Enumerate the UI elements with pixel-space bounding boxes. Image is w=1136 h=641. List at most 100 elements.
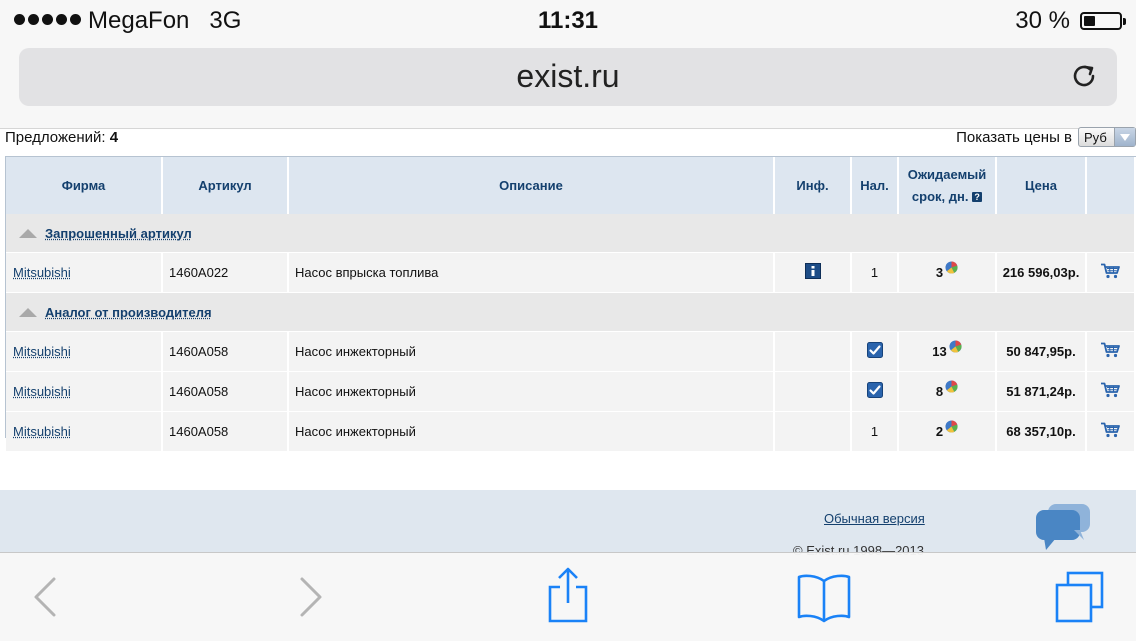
group-title[interactable]: Запрошенный артикул: [45, 226, 192, 241]
address-bar-area: exist.ru: [0, 42, 1136, 129]
share-icon[interactable]: [546, 567, 590, 627]
info-cell: [774, 332, 851, 372]
pie-chart-icon[interactable]: [945, 261, 958, 277]
firm-cell: Mitsubishi: [6, 372, 162, 412]
group-row: Запрошенный артикул: [6, 214, 1135, 253]
column-header-description[interactable]: Описание: [288, 157, 774, 214]
article-cell: 1460A058: [162, 372, 288, 412]
term-days: 3: [936, 265, 943, 280]
group-title[interactable]: Аналог от производителя: [45, 305, 212, 320]
cart-icon[interactable]: [1101, 382, 1121, 401]
column-header-info: Инф.: [774, 157, 851, 214]
column-header-term[interactable]: Ожидаемый срок, дн. ?: [898, 157, 996, 214]
column-header-article[interactable]: Артикул: [162, 157, 288, 214]
price-currency-label: Показать цены в: [956, 129, 1072, 146]
collapse-triangle-icon[interactable]: [19, 308, 37, 317]
stock-quantity: 1: [871, 265, 878, 280]
clock: 11:31: [0, 7, 1136, 35]
address-bar[interactable]: exist.ru: [19, 48, 1117, 106]
group-cell: Запрошенный артикул: [6, 214, 1135, 253]
offers-label: Предложений:: [5, 129, 106, 146]
firm-link[interactable]: Mitsubishi: [7, 384, 71, 399]
group-toggle[interactable]: Запрошенный артикул: [7, 226, 1133, 241]
offers-table: Фирма Артикул Описание Инф. Нал. Ожидаем…: [5, 156, 1136, 438]
group-cell: Аналог от производителя: [6, 293, 1135, 332]
cart-icon[interactable]: [1101, 422, 1121, 441]
chat-icon[interactable]: [1034, 504, 1092, 550]
firm-link[interactable]: Mitsubishi: [7, 265, 71, 280]
battery-percent: 30 %: [1015, 7, 1070, 35]
price-cell: 216 596,03р.: [996, 253, 1086, 293]
status-bar: MegaFon 3G 11:31 30 %: [0, 0, 1136, 42]
url-text[interactable]: exist.ru: [19, 58, 1117, 95]
pie-chart-icon[interactable]: [949, 340, 962, 356]
firm-cell: Mitsubishi: [6, 332, 162, 372]
browser-toolbar: [0, 552, 1136, 641]
article-cell: 1460A058: [162, 332, 288, 372]
group-toggle[interactable]: Аналог от производителя: [7, 305, 1133, 320]
stock-cell: 1: [851, 412, 898, 452]
cart-cell: [1086, 253, 1135, 293]
term-cell: 8: [898, 372, 996, 412]
regular-version-link[interactable]: Обычная версия: [824, 511, 925, 526]
term-wrap: 3: [900, 265, 994, 280]
firm-link[interactable]: Mitsubishi: [7, 344, 71, 359]
stock-cell: [851, 372, 898, 412]
column-header-firm[interactable]: Фирма: [6, 157, 162, 214]
term-days: 8: [936, 384, 943, 399]
description-cell: Насос инжекторный: [288, 332, 774, 372]
term-days: 2: [936, 424, 943, 439]
term-cell: 2: [898, 412, 996, 452]
cart-icon[interactable]: [1101, 263, 1121, 282]
table-row: Mitsubishi 1460A058 Насос инжекторный 1 2 68 …: [6, 412, 1135, 452]
currency-select[interactable]: Руб: [1078, 127, 1136, 147]
column-header-price[interactable]: Цена: [996, 157, 1086, 214]
help-icon[interactable]: ?: [972, 192, 982, 202]
term-wrap: 2: [900, 424, 994, 439]
back-chevron-icon[interactable]: [30, 567, 58, 627]
info-icon[interactable]: [805, 263, 821, 282]
stock-quantity: 1: [871, 424, 878, 439]
description-cell: Насос впрыска топлива: [288, 253, 774, 293]
offers-count-value: 4: [110, 129, 118, 146]
checkbox-icon: [867, 342, 883, 361]
price-cell: 50 847,95р.: [996, 332, 1086, 372]
chevron-down-icon[interactable]: [1114, 128, 1135, 146]
term-header-line2-wrap: срок, дн. ?: [900, 186, 994, 208]
description-cell: Насос инжекторный: [288, 372, 774, 412]
info-cell: [774, 412, 851, 452]
firm-link[interactable]: Mitsubishi: [7, 424, 71, 439]
column-header-cart: [1086, 157, 1135, 214]
reload-icon[interactable]: [1069, 61, 1099, 91]
cart-icon[interactable]: [1101, 342, 1121, 361]
term-days: 13: [932, 344, 946, 359]
collapse-triangle-icon[interactable]: [19, 229, 37, 238]
stock-cell: [851, 332, 898, 372]
term-header-line1: Ожидаемый: [900, 164, 994, 186]
bookmarks-icon[interactable]: [796, 567, 852, 627]
stock-cell: 1: [851, 253, 898, 293]
info-cell: [774, 253, 851, 293]
pie-chart-icon[interactable]: [945, 380, 958, 396]
currency-selected-value: Руб: [1079, 130, 1114, 145]
forward-chevron-icon[interactable]: [298, 567, 326, 627]
firm-cell: Mitsubishi: [6, 253, 162, 293]
article-cell: 1460A058: [162, 412, 288, 452]
table-header-row: Фирма Артикул Описание Инф. Нал. Ожидаем…: [6, 157, 1135, 214]
info-cell: [774, 372, 851, 412]
price-cell: 68 357,10р.: [996, 412, 1086, 452]
column-header-stock[interactable]: Нал.: [851, 157, 898, 214]
checkbox-icon: [867, 382, 883, 401]
tabs-icon[interactable]: [1054, 567, 1106, 627]
cart-cell: [1086, 412, 1135, 452]
term-wrap: 13: [900, 344, 994, 359]
price-cell: 51 871,24р.: [996, 372, 1086, 412]
price-currency-control: Показать цены в Руб: [956, 127, 1136, 147]
table-row: Mitsubishi 1460A022 Насос впрыска топлива 1…: [6, 253, 1135, 293]
pie-chart-icon[interactable]: [945, 420, 958, 436]
article-cell: 1460A022: [162, 253, 288, 293]
term-cell: 13: [898, 332, 996, 372]
term-cell: 3: [898, 253, 996, 293]
offers-count: Предложений: 4: [5, 129, 118, 146]
group-row: Аналог от производителя: [6, 293, 1135, 332]
